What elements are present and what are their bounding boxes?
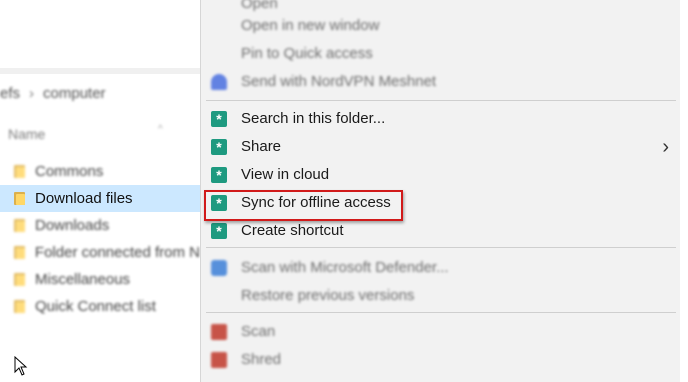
app-star-icon: * (211, 111, 227, 127)
file-explorer-pane: efs › computer Name ^ Commons Download fi… (0, 0, 200, 382)
folder-icon (14, 192, 25, 205)
menu-item-label: Open in new window (241, 17, 380, 34)
submenu-chevron-icon: › (662, 136, 669, 158)
file-row[interactable]: Quick Connect list (0, 293, 200, 320)
file-name: Quick Connect list (35, 298, 156, 315)
app-star-icon: * (211, 167, 227, 183)
file-row[interactable]: Commons (0, 158, 200, 185)
menu-item-label: Share (241, 138, 282, 155)
column-header[interactable]: Name ^ (0, 124, 200, 148)
menu-item-label: Restore previous versions (241, 287, 415, 304)
menu-item-label: View in cloud (241, 166, 330, 183)
menu-item-label: Scan (241, 323, 276, 340)
menu-separator (206, 247, 676, 248)
menu-item-label: Pin to Quick access (241, 45, 373, 62)
defender-shield-icon (211, 260, 227, 276)
context-menu: Open Open in new window Pin to Quick acces… (200, 0, 681, 382)
breadcrumb-segment[interactable]: computer (43, 85, 106, 102)
file-name: Miscellaneous (35, 271, 131, 288)
file-name: Downloads (35, 217, 110, 234)
menu-item-open-in-new-window[interactable]: Open in new window (201, 12, 681, 40)
menu-item-create-shortcut[interactable]: * Create shortcut (201, 217, 681, 245)
menu-item-shred[interactable]: Shred (201, 346, 681, 374)
menu-item-label: Open (241, 0, 278, 12)
file-row[interactable]: Miscellaneous (0, 266, 200, 293)
file-name: Commons (35, 163, 104, 180)
menu-separator (206, 100, 676, 101)
screenshot-root: efs › computer Name ^ Commons Download fi… (0, 0, 688, 382)
sort-up-icon: ^ (158, 124, 163, 135)
column-name-label[interactable]: Name (8, 126, 45, 142)
menu-item-restore-previous-versions[interactable]: Restore previous versions (201, 282, 681, 310)
menu-item-pin-to-quick-access[interactable]: Pin to Quick access (201, 40, 681, 68)
menu-separator (206, 312, 676, 313)
app-star-icon: * (211, 139, 227, 155)
menu-item-view-in-cloud[interactable]: * View in cloud (201, 161, 681, 189)
menu-item-label: Search in this folder... (241, 110, 386, 127)
file-list: Commons Download files Downloads Folder con… (0, 158, 200, 320)
app-star-icon: * (211, 223, 227, 239)
menu-item-share[interactable]: * Share › (201, 133, 681, 161)
menu-item-search-in-this-folder[interactable]: * Search in this folder... (201, 105, 681, 133)
window-edge (680, 0, 688, 382)
file-row[interactable]: Downloads (0, 212, 200, 239)
menu-item-scan-with-microsoft-defender[interactable]: Scan with Microsoft Defender... (201, 254, 681, 282)
file-name: Folder connected from N (34, 244, 200, 261)
folder-icon (14, 219, 25, 232)
folder-icon (14, 300, 25, 313)
folder-icon (14, 165, 25, 178)
red-app-icon (211, 324, 227, 340)
menu-item-label: Send with NordVPN Meshnet (241, 73, 437, 90)
blank-icon (211, 0, 227, 12)
folder-icon (14, 273, 25, 286)
menu-item-label: Shred (241, 351, 282, 368)
breadcrumb[interactable]: efs › computer (0, 80, 200, 106)
menu-item-send-with-nordvpn-meshnet[interactable]: Send with NordVPN Meshnet (201, 68, 681, 96)
menu-item-label: Scan with Microsoft Defender... (241, 259, 449, 276)
folder-icon (14, 246, 25, 259)
file-row-selected[interactable]: Download files (0, 185, 200, 212)
file-name: Download files (35, 190, 133, 207)
blank-icon (211, 288, 227, 304)
menu-item-label: Create shortcut (241, 222, 344, 239)
blank-icon (211, 46, 227, 62)
file-row[interactable]: Folder connected from N (0, 239, 200, 266)
toolbar-divider (0, 68, 200, 74)
red-app-icon (211, 352, 227, 368)
nordvpn-icon (211, 74, 227, 90)
highlight-annotation-box (204, 190, 403, 221)
breadcrumb-separator-icon: › (29, 84, 35, 102)
mouse-pointer-icon (14, 356, 28, 376)
breadcrumb-segment[interactable]: efs (0, 85, 20, 102)
blank-icon (211, 18, 227, 34)
menu-item-scan[interactable]: Scan (201, 318, 681, 346)
